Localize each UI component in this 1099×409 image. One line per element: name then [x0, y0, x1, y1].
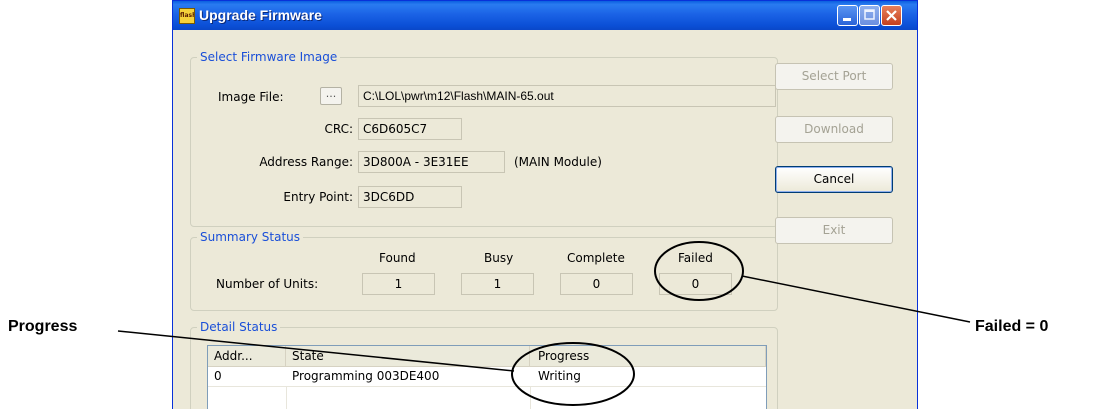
progress-leader-line [117, 330, 515, 372]
annotation-overlay [117, 241, 971, 406]
failed-highlight-ellipse [654, 241, 744, 301]
progress-highlight-ellipse [511, 342, 635, 406]
failed-leader-line [741, 275, 971, 323]
